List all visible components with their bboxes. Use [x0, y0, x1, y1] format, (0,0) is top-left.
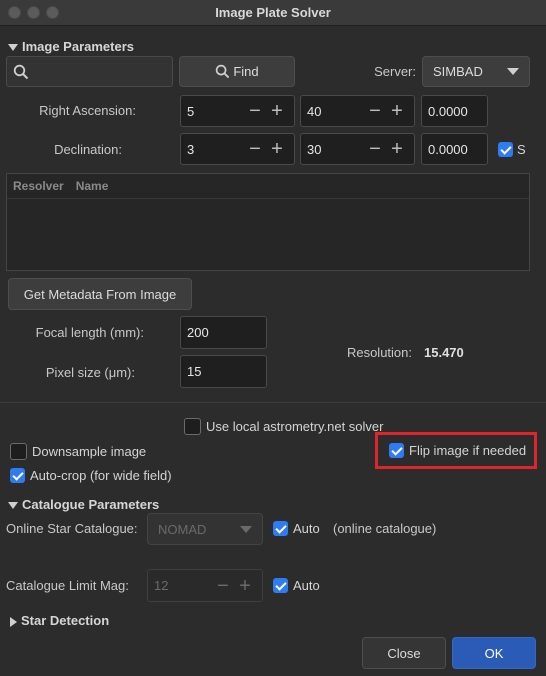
checkbox-unchecked-icon	[184, 418, 201, 435]
checkbox-checked-icon	[498, 142, 513, 157]
focal-length-value: 200	[187, 325, 209, 340]
minus-icon[interactable]: −	[364, 101, 386, 121]
dec-label: Declination:	[54, 142, 122, 157]
find-label: Find	[233, 64, 259, 79]
chevron-down-icon	[240, 525, 252, 533]
ra-hours-spinbox[interactable]: 5 − +	[180, 95, 295, 127]
checkbox-unchecked-icon	[10, 443, 27, 460]
autocrop-checkbox[interactable]: Auto-crop (for wide field)	[10, 468, 172, 483]
online-catalogue-select[interactable]: NOMAD	[147, 513, 263, 545]
chevron-down-icon	[507, 68, 519, 75]
minus-icon[interactable]: −	[244, 101, 266, 121]
catalogue-limit-value: 12	[154, 578, 169, 593]
find-button[interactable]: Find	[179, 56, 295, 87]
disclosure-down-icon	[8, 44, 18, 52]
downsample-label: Downsample image	[32, 444, 147, 459]
plus-icon[interactable]: +	[386, 101, 408, 121]
dec-degrees-spinbox[interactable]: 3 − +	[180, 133, 295, 165]
checkbox-checked-icon	[273, 578, 288, 593]
focal-length-field[interactable]: 200	[180, 316, 267, 349]
dec-minutes-spinbox[interactable]: 30 − +	[300, 133, 415, 165]
checkbox-checked-icon	[10, 468, 25, 483]
resolution-value: 15.470	[424, 345, 464, 360]
ra-seconds-value: 0.0000	[428, 103, 468, 119]
dec-degrees-value: 3	[187, 141, 195, 157]
south-checkbox[interactable]: S	[498, 142, 526, 157]
checkbox-checked-icon	[389, 443, 404, 458]
resolution-label: Resolution:	[346, 345, 412, 360]
pixel-size-label: Pixel size (μm):	[45, 365, 135, 380]
image-parameters-label: Image Parameters	[22, 39, 135, 54]
search-input[interactable]	[6, 56, 173, 87]
dec-seconds-field[interactable]: 0.0000	[421, 133, 488, 165]
local-solver-checkbox[interactable]: Use local astrometry.net solver	[184, 418, 384, 435]
table-header-row: Resolver Name	[7, 174, 529, 199]
plus-icon[interactable]: +	[234, 576, 256, 596]
catalogue-parameters-header[interactable]: Catalogue Parameters	[8, 497, 159, 512]
downsample-checkbox[interactable]: Downsample image	[10, 443, 146, 460]
ra-hours-value: 5	[187, 103, 195, 119]
section-divider	[0, 402, 546, 403]
server-label: Server:	[374, 64, 416, 79]
column-header-name[interactable]: Name	[76, 179, 109, 193]
online-auto-checkbox[interactable]: Auto	[273, 521, 320, 536]
online-catalogue-value: NOMAD	[158, 521, 207, 537]
ra-label: Right Ascension:	[39, 103, 136, 118]
pixel-size-value: 15	[187, 364, 202, 379]
get-metadata-button[interactable]: Get Metadata From Image	[8, 278, 192, 310]
disclosure-down-icon	[8, 502, 18, 510]
autocrop-label: Auto-crop (for wide field)	[30, 468, 172, 483]
catalogue-limit-label: Catalogue Limit Mag:	[6, 578, 129, 593]
limit-auto-label: Auto	[293, 578, 320, 593]
focal-length-label: Focal length (mm):	[35, 325, 144, 340]
disclosure-right-icon	[10, 616, 17, 627]
star-detection-header[interactable]: Star Detection	[10, 613, 109, 628]
server-value: SIMBAD	[433, 64, 483, 79]
search-icon	[216, 64, 230, 79]
catalogue-limit-spinbox[interactable]: 12 − +	[147, 569, 263, 602]
server-select[interactable]: SIMBAD	[422, 56, 530, 87]
column-header-resolver[interactable]: Resolver	[13, 179, 64, 193]
ok-button[interactable]: OK	[452, 637, 536, 669]
minus-icon[interactable]: −	[212, 576, 234, 596]
star-detection-label: Star Detection	[21, 613, 110, 628]
online-catalogue-note: (online catalogue)	[333, 521, 437, 536]
pixel-size-field[interactable]: 15	[180, 355, 267, 388]
dec-seconds-value: 0.0000	[428, 141, 468, 157]
dec-minutes-value: 30	[307, 141, 322, 157]
plus-icon[interactable]: +	[266, 139, 288, 159]
image-parameters-header[interactable]: Image Parameters	[8, 39, 134, 54]
plus-icon[interactable]: +	[386, 139, 408, 159]
resolver-table[interactable]: Resolver Name	[6, 173, 530, 271]
close-button[interactable]: Close	[362, 637, 446, 669]
plus-icon[interactable]: +	[266, 101, 288, 121]
window-title: Image Plate Solver	[215, 5, 331, 20]
south-label: S	[517, 142, 526, 157]
flip-image-checkbox[interactable]: Flip image if needed	[375, 432, 537, 469]
flip-image-label: Flip image if needed	[409, 443, 527, 458]
ra-minutes-value: 40	[307, 103, 322, 119]
search-icon	[13, 64, 29, 79]
minus-icon[interactable]: −	[244, 139, 266, 159]
local-solver-label: Use local astrometry.net solver	[206, 419, 384, 434]
minus-icon[interactable]: −	[364, 139, 386, 159]
online-auto-label: Auto	[293, 521, 320, 536]
online-catalogue-label: Online Star Catalogue:	[6, 521, 138, 536]
ra-minutes-spinbox[interactable]: 40 − +	[300, 95, 415, 127]
ra-seconds-field[interactable]: 0.0000	[421, 95, 488, 127]
limit-auto-checkbox[interactable]: Auto	[273, 578, 320, 593]
checkbox-checked-icon	[273, 521, 288, 536]
catalogue-parameters-label: Catalogue Parameters	[22, 497, 160, 512]
